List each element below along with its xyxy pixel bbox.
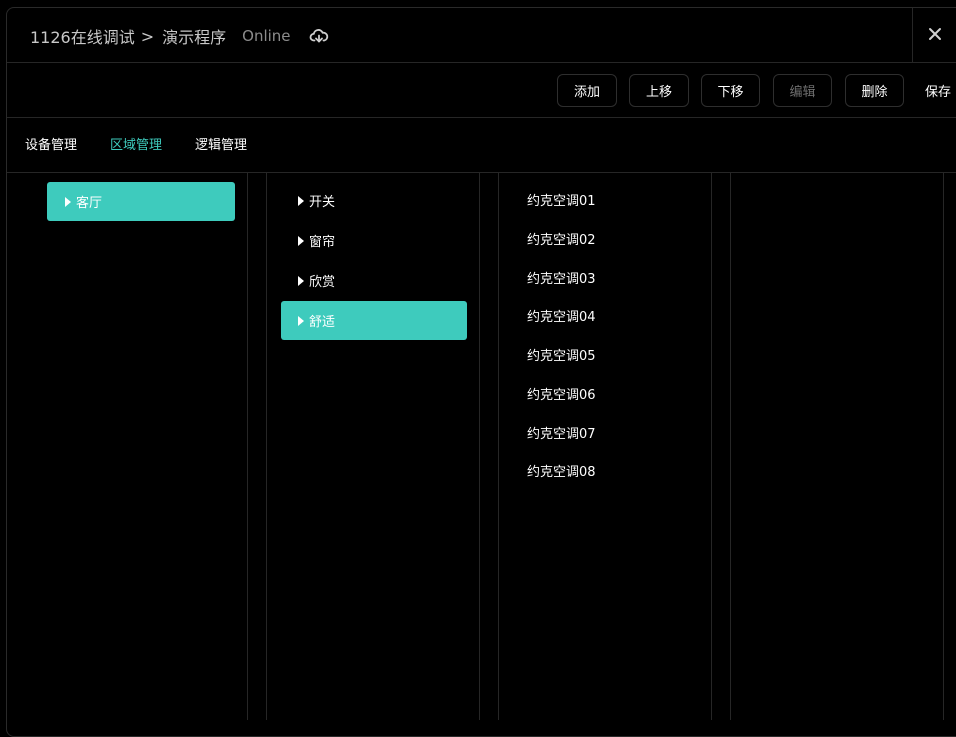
toolbar-divider: [7, 117, 956, 118]
add-button[interactable]: 添加: [557, 74, 617, 107]
device-item[interactable]: 约克空调03: [527, 268, 596, 288]
cloud-sync-icon[interactable]: [309, 26, 329, 46]
device-item[interactable]: 约克空调01: [527, 190, 596, 210]
device-item[interactable]: 约克空调08: [527, 461, 596, 481]
column-divider-2: [266, 173, 267, 720]
tab-logic-management[interactable]: 逻辑管理: [195, 134, 247, 154]
device-item[interactable]: 约克空调05: [527, 345, 596, 365]
column-divider-6: [730, 173, 731, 720]
caret-right-icon: [298, 315, 304, 326]
move-down-button[interactable]: 下移: [701, 74, 760, 107]
scene-item-label: 窗帘: [309, 235, 336, 250]
column-divider-7: [943, 173, 944, 720]
column-divider-4: [498, 173, 499, 720]
column-divider-5: [711, 173, 712, 720]
caret-right-icon: [65, 196, 71, 207]
edit-button[interactable]: 编辑: [773, 74, 832, 107]
column-divider-3: [479, 173, 480, 720]
close-button[interactable]: [913, 8, 956, 62]
caret-right-icon: [298, 275, 304, 286]
column-divider-1: [247, 173, 248, 720]
scene-item[interactable]: 窗帘: [281, 221, 467, 260]
scene-item[interactable]: 欣赏: [281, 261, 467, 300]
save-button[interactable]: 保存: [925, 74, 951, 107]
breadcrumb-program: 演示程序: [162, 28, 227, 47]
breadcrumb-separator: >: [140, 26, 155, 46]
scene-item-label: 舒适: [309, 315, 336, 330]
move-up-button[interactable]: 上移: [629, 74, 689, 107]
delete-button[interactable]: 删除: [845, 74, 904, 107]
tab-device-management[interactable]: 设备管理: [25, 134, 77, 154]
scene-item[interactable]: 开关: [281, 181, 467, 220]
area-item-label: 客厅: [76, 196, 103, 211]
breadcrumb: 1126在线调试 > 演示程序 Online: [30, 24, 329, 48]
header-divider: [7, 62, 956, 63]
breadcrumb-project[interactable]: 1126在线调试: [30, 24, 135, 48]
tabs-divider: [7, 172, 956, 173]
area-item-living-room[interactable]: 客厅: [47, 182, 235, 221]
connection-status: Online: [242, 27, 291, 45]
caret-right-icon: [298, 235, 304, 246]
device-item[interactable]: 约克空调04: [527, 306, 596, 326]
close-icon: [928, 26, 942, 45]
scene-item[interactable]: 舒适: [281, 301, 467, 340]
device-item[interactable]: 约克空调07: [527, 423, 596, 443]
tab-area-management[interactable]: 区域管理: [110, 134, 162, 154]
caret-right-icon: [298, 195, 304, 206]
device-item[interactable]: 约克空调06: [527, 384, 596, 404]
device-item[interactable]: 约克空调02: [527, 229, 596, 249]
scene-item-label: 欣赏: [309, 275, 336, 290]
scene-item-label: 开关: [309, 195, 336, 210]
